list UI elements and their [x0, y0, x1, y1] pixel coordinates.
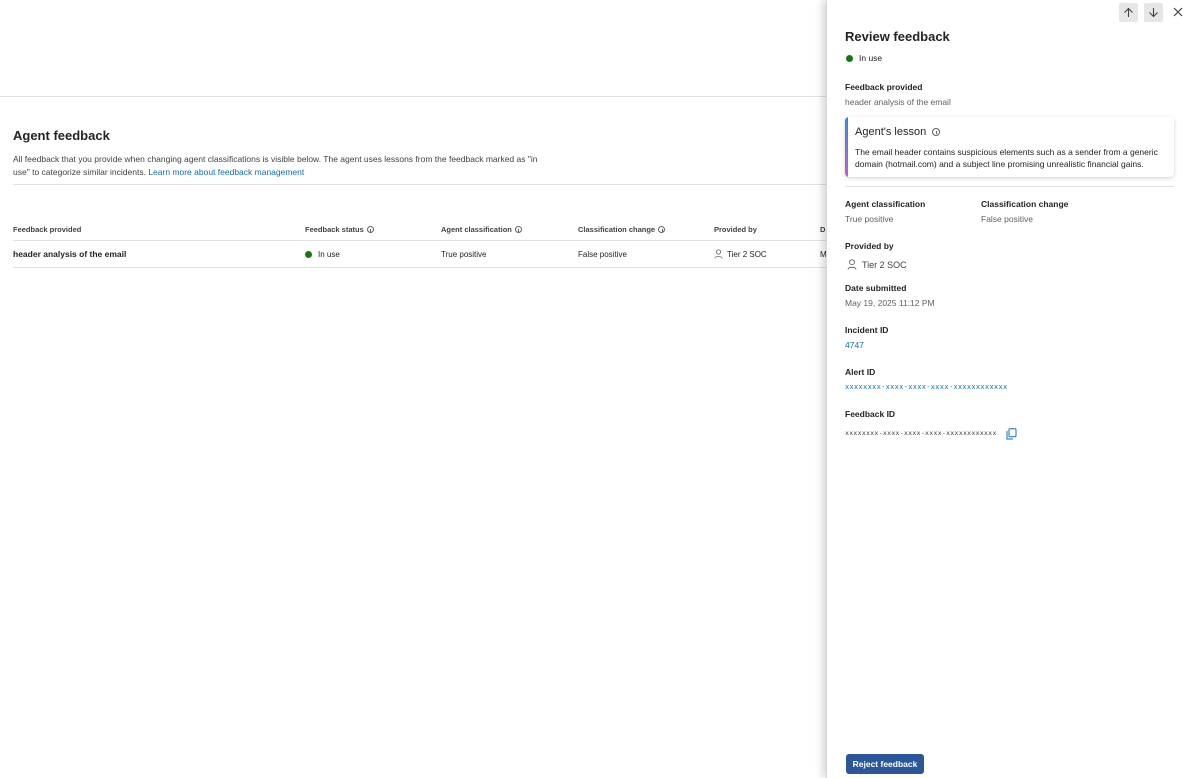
description-divider — [13, 184, 826, 185]
column-header-agent-classification[interactable]: Agent classification — [441, 219, 522, 240]
provided-by-value: Tier 2 SOC — [847, 259, 907, 270]
column-header-feedback-provided[interactable]: Feedback provided — [13, 219, 81, 240]
date-submitted-value: May 19, 2025 11:12 PM — [845, 298, 935, 308]
lesson-title-text: Agent's lesson — [855, 126, 927, 138]
reject-feedback-button[interactable]: Reject feedback — [846, 754, 924, 774]
column-header-label: Feedback status — [305, 225, 364, 234]
info-icon[interactable] — [514, 226, 522, 233]
classification-change-value: False positive — [981, 214, 1033, 224]
date-submitted-label: Date submitted — [845, 283, 907, 293]
agent-classification-value: True positive — [845, 214, 894, 224]
person-icon — [714, 249, 723, 259]
incident-id-label: Incident ID — [845, 325, 889, 335]
info-icon[interactable] — [932, 128, 941, 136]
provided-by-text: Tier 2 SOC — [862, 259, 907, 270]
row-status-text: In use — [318, 249, 340, 259]
column-header-label: D — [820, 225, 826, 234]
header-divider — [0, 96, 826, 97]
panel-title: Review feedback — [845, 29, 950, 44]
column-header-feedback-status[interactable]: Feedback status — [305, 219, 374, 240]
lesson-title: Agent's lesson — [855, 126, 941, 138]
copy-icon[interactable] — [1006, 428, 1017, 440]
lesson-accent-bar — [845, 117, 848, 177]
row-agent-classification: True positive — [441, 249, 487, 259]
row-provided-by-text: Tier 2 SOC — [727, 249, 767, 259]
row-classification-change: False positive — [578, 249, 627, 259]
classification-change-label: Classification change — [981, 199, 1069, 209]
feedback-table: Feedback provided Feedback status Agent … — [13, 219, 826, 268]
feedback-provided-value: header analysis of the email — [845, 97, 951, 107]
close-button[interactable] — [1171, 5, 1185, 19]
incident-id-link[interactable]: 4747 — [845, 340, 864, 350]
page-title: Agent feedback — [13, 128, 110, 143]
table-header-row: Feedback provided Feedback status Agent … — [13, 219, 826, 241]
status-dot-icon — [846, 54, 853, 62]
row-feedback-provided: header analysis of the email — [13, 249, 127, 259]
main-content: Agent feedback All feedback that you pro… — [0, 0, 826, 778]
section-divider — [845, 186, 1174, 187]
agent-classification-label: Agent classification — [845, 199, 926, 209]
alert-id-link[interactable]: xxxxxxxx-xxxx-xxxx-xxxx-xxxxxxxxxxxx — [845, 383, 1008, 391]
arrow-down-icon — [1149, 8, 1158, 18]
column-header-label: Provided by — [714, 225, 757, 234]
status-dot-icon — [305, 250, 312, 258]
previous-item-button[interactable] — [1119, 3, 1138, 22]
agent-lesson-card: Agent's lesson The email header contains… — [845, 117, 1174, 177]
status-badge: In use — [846, 53, 882, 63]
feedback-id-value: xxxxxxxx-xxxx-xxxx-xxxx-xxxxxxxxxxxx — [845, 429, 997, 437]
arrow-up-icon — [1124, 7, 1133, 17]
column-header-label: Feedback provided — [13, 225, 82, 234]
alert-id-label: Alert ID — [845, 367, 876, 377]
info-icon[interactable] — [366, 226, 374, 233]
person-icon — [847, 259, 857, 270]
review-feedback-panel: Review feedback In use Feedback provided… — [826, 0, 1192, 778]
lesson-text: The email header contains suspicious ele… — [855, 147, 1158, 169]
status-text: In use — [859, 53, 883, 63]
row-feedback-status: In use — [305, 241, 340, 267]
column-header-date[interactable]: D — [820, 219, 825, 240]
next-item-button[interactable] — [1144, 3, 1163, 22]
column-header-provided-by[interactable]: Provided by — [714, 219, 757, 240]
learn-more-link[interactable]: Learn more about feedback management — [148, 167, 304, 177]
feedback-id-label: Feedback ID — [845, 409, 896, 419]
provided-by-label: Provided by — [845, 241, 894, 251]
close-icon — [1173, 7, 1183, 17]
page-description: All feedback that you provide when chang… — [13, 153, 543, 178]
row-provided-by: Tier 2 SOC — [714, 241, 767, 267]
table-row[interactable]: header analysis of the email In use True… — [13, 241, 826, 268]
feedback-provided-label: Feedback provided — [845, 82, 923, 92]
column-header-label: Agent classification — [441, 225, 512, 234]
column-header-classification-change[interactable]: Classification change — [578, 219, 666, 240]
info-icon[interactable] — [658, 226, 666, 233]
column-header-label: Classification change — [578, 225, 656, 234]
